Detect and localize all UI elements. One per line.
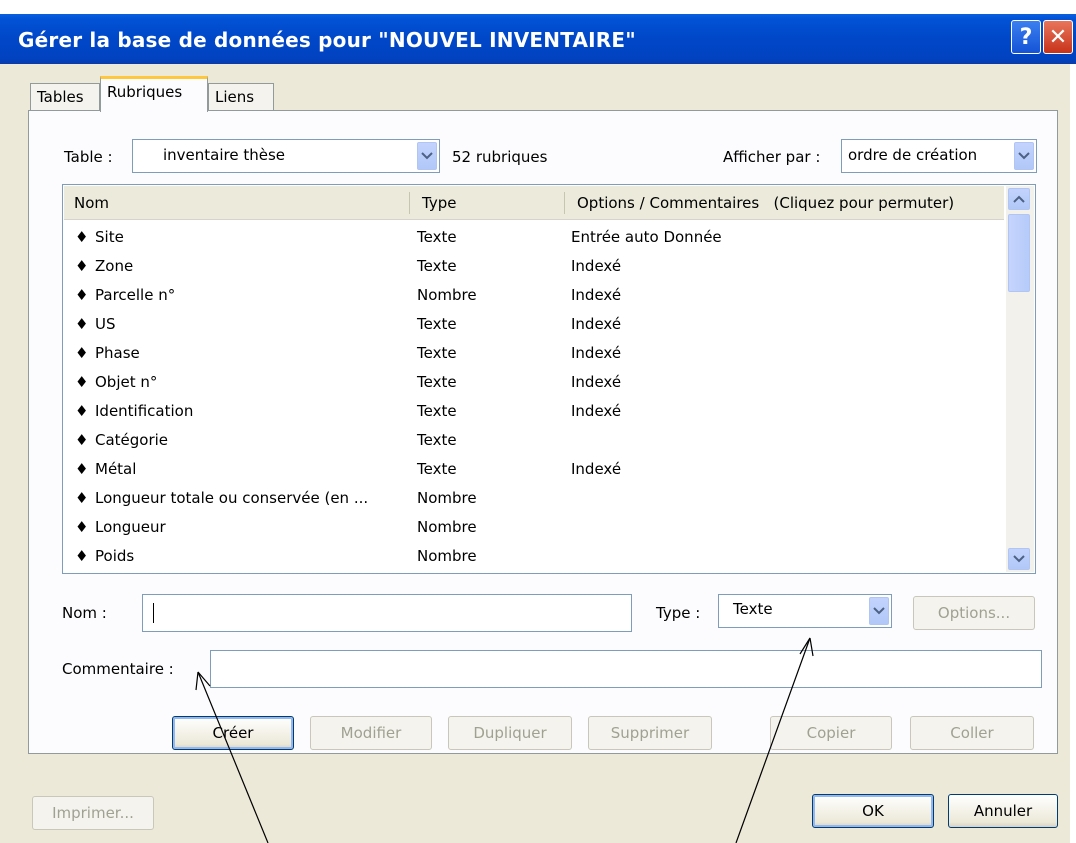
tab-rubriques[interactable]: Rubriques [100,76,208,112]
manage-database-dialog: Gérer la base de données pour "NOUVEL IN… [0,0,1076,843]
tab-rubriques-label: Rubriques [107,83,183,101]
annotation-arrows [195,637,814,843]
